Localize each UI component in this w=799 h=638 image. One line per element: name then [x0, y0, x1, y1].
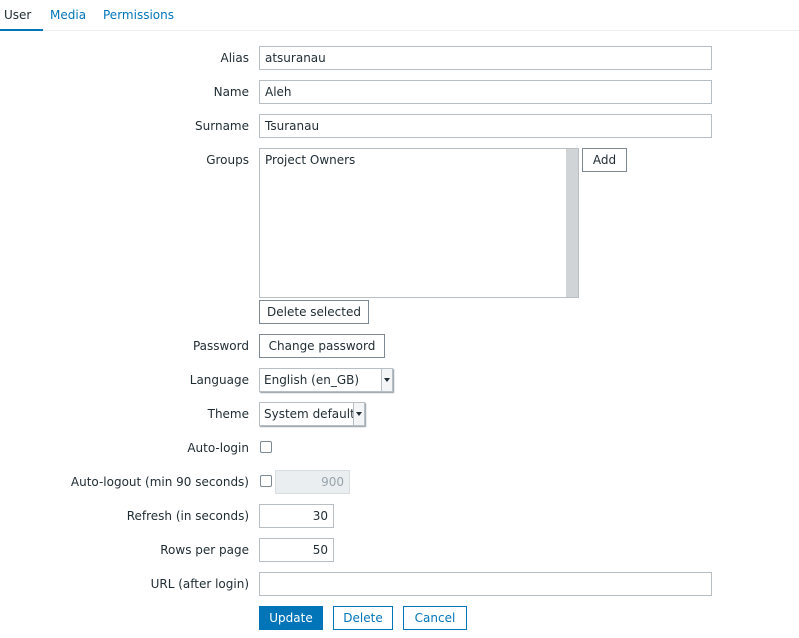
autologin-checkbox[interactable] [260, 441, 272, 453]
autologout-checkbox[interactable] [260, 475, 272, 487]
alias-label: Alias [220, 51, 249, 65]
autologin-label: Auto-login [187, 441, 249, 455]
tab-user-label: User [4, 8, 32, 22]
refresh-label: Refresh (in seconds) [126, 509, 249, 523]
name-input[interactable]: Aleh [259, 80, 712, 104]
theme-select[interactable]: System default [259, 402, 365, 426]
name-label: Name [213, 85, 249, 99]
tab-permissions-label: Permissions [103, 8, 174, 22]
tab-permissions[interactable]: Permissions [103, 7, 174, 30]
update-button[interactable]: Update [259, 606, 323, 630]
cancel-button[interactable]: Cancel [403, 606, 467, 630]
alias-input[interactable]: atsuranau [259, 46, 712, 70]
tab-user[interactable]: User [0, 7, 43, 31]
delete-selected-button[interactable]: Delete selected [259, 300, 369, 324]
autologout-input: 900 [275, 470, 350, 494]
tab-bar: User Media Permissions [0, 0, 799, 31]
add-group-button[interactable]: Add [582, 148, 627, 172]
theme-label: Theme [207, 407, 249, 421]
rows-per-page-label: Rows per page [160, 543, 249, 557]
surname-label: Surname [195, 119, 249, 133]
password-label: Password [192, 339, 249, 353]
url-label: URL (after login) [150, 577, 249, 591]
groups-scrollbar[interactable] [566, 149, 578, 297]
refresh-input[interactable]: 30 [259, 504, 334, 528]
surname-input[interactable]: Tsuranau [259, 114, 712, 138]
theme-select-value: System default [264, 407, 355, 421]
delete-button[interactable]: Delete [333, 606, 393, 630]
tab-media[interactable]: Media [50, 7, 86, 30]
change-password-button[interactable]: Change password [259, 334, 385, 358]
url-input[interactable] [259, 572, 712, 596]
language-select-value: English (en_GB) [264, 373, 360, 387]
groups-label: Groups [206, 153, 249, 167]
group-item[interactable]: Project Owners [265, 152, 355, 168]
language-select[interactable]: English (en_GB) [259, 368, 393, 392]
autologout-label: Auto-logout (min 90 seconds) [70, 475, 249, 489]
chevron-down-icon [381, 369, 392, 391]
language-label: Language [189, 373, 249, 387]
chevron-down-icon [353, 403, 364, 425]
tab-media-label: Media [50, 8, 87, 22]
groups-multiselect[interactable]: Project Owners [259, 148, 579, 298]
rows-per-page-input[interactable]: 50 [259, 538, 334, 562]
